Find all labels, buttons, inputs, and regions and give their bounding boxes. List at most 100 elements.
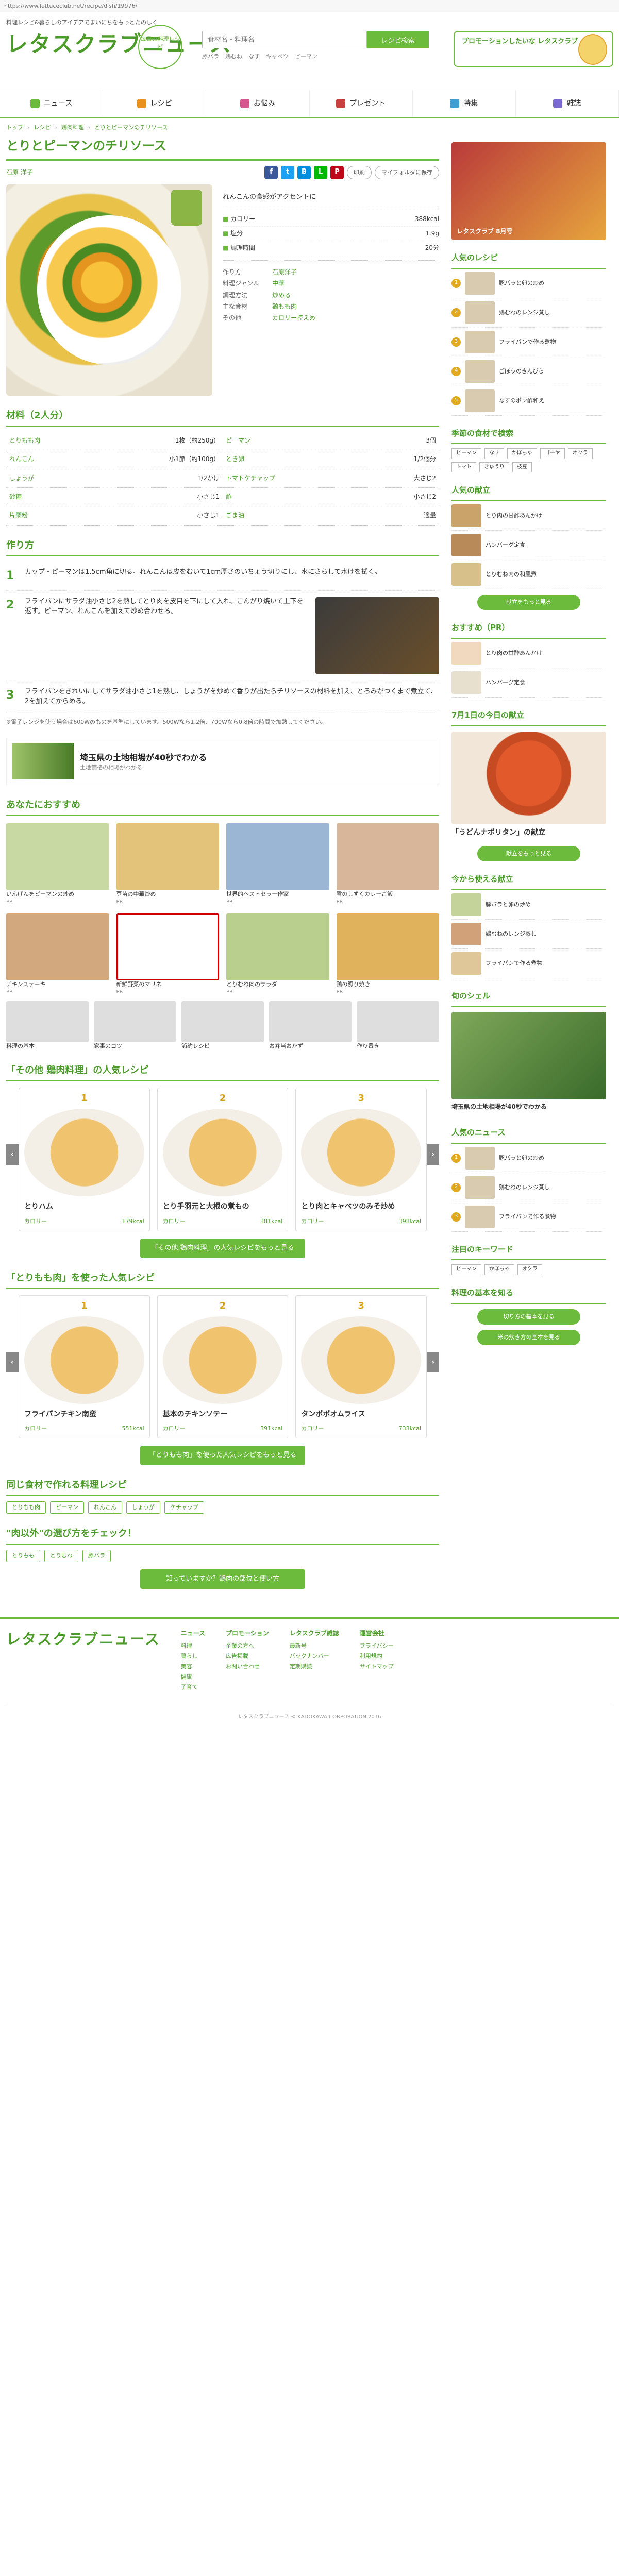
news-item[interactable]: 3 フライパンで作る煮物	[451, 1202, 606, 1232]
save-folder-button[interactable]: マイフォルダに保存	[375, 165, 439, 179]
popular-card[interactable]: 1 フライパンチキン南蛮 カロリー 551kcal	[19, 1295, 150, 1438]
map-label[interactable]: 埼玉県の土地相場が40秒でわかる	[451, 1099, 606, 1114]
footer-link[interactable]: バックナンバー	[290, 1651, 339, 1662]
recommend-card[interactable]: 家事のコツ	[94, 1001, 176, 1050]
meat-cut-guide-button[interactable]: 知っていますか？鶏肉の部位と使い方	[140, 1569, 305, 1589]
rank-item[interactable]: 鶏むねのレンジ蒸し	[451, 920, 606, 949]
sidebar-ad[interactable]: レタスクラブ 8月号	[451, 142, 606, 240]
sidebar-popular-item[interactable]: 5 なすのポン酢和え	[451, 386, 606, 416]
recommend-card[interactable]: 雪のしずくカレーご飯 PR	[336, 823, 439, 906]
recommend-card[interactable]: チキンステーキ PR	[6, 913, 109, 996]
breadcrumb-item[interactable]: レシピ	[34, 124, 51, 132]
nav-magazine[interactable]: 雑誌	[516, 90, 619, 117]
ad-banner[interactable]: 埼玉県の土地相場が40秒でわかる 土地価格の相場がわかる	[6, 738, 439, 786]
carousel-next-icon[interactable]: ›	[427, 1144, 439, 1165]
material-tag[interactable]: しょうが	[126, 1501, 160, 1514]
more-feature-button[interactable]: 献立をもっと見る	[477, 845, 580, 861]
land-price-map[interactable]	[451, 1012, 606, 1100]
sidebar-popular-item[interactable]: 3 フライパンで作る煮物	[451, 328, 606, 357]
popular-card[interactable]: 2 とり手羽元と大根の煮もの カロリー 381kcal	[157, 1088, 289, 1231]
search-button[interactable]: レシピ検索	[367, 31, 429, 48]
line-icon[interactable]: L	[314, 165, 327, 179]
keyword-chip[interactable]: かぼちゃ	[507, 448, 537, 459]
material-tag[interactable]: れんこん	[88, 1501, 122, 1514]
twitter-icon[interactable]: t	[281, 165, 294, 179]
material-tag[interactable]: ピーマン	[50, 1501, 84, 1514]
rank-item[interactable]: 豚バラと卵の炒め	[451, 890, 606, 920]
recommend-card[interactable]: 鶏の照り焼き PR	[336, 913, 439, 996]
footer-link[interactable]: 最新号	[290, 1641, 339, 1651]
popular-card[interactable]: 1 とりハム カロリー 179kcal	[19, 1088, 150, 1231]
more-popular-meat-button[interactable]: 「その他 鶏肉料理」の人気レシピをもっと見る	[140, 1238, 305, 1258]
pr-item[interactable]: ハンバーグ定食	[451, 668, 606, 698]
nav-recipe[interactable]: レシピ	[103, 90, 207, 117]
menu-item[interactable]: ハンバーグ定食	[451, 531, 606, 561]
footer-link[interactable]: サイトマップ	[360, 1662, 394, 1672]
keyword-chip[interactable]: ゴーヤ	[540, 448, 565, 459]
footer-link[interactable]: 利用規約	[360, 1651, 394, 1662]
footer-link[interactable]: 企業の方へ	[226, 1641, 269, 1651]
daily-badge[interactable]: 毎日の料理レシピ	[138, 25, 182, 69]
keyword-chip[interactable]: ピーマン	[451, 1264, 481, 1275]
meta-value[interactable]: 中華	[272, 279, 439, 288]
cut-tag[interactable]: 豚バラ	[82, 1550, 111, 1563]
keyword-link[interactable]: ピーマン	[295, 53, 317, 61]
rice-basics-button[interactable]: 米の炊き方の基本を見る	[477, 1329, 580, 1345]
cut-basics-button[interactable]: 切り方の基本を見る	[477, 1309, 580, 1325]
sidebar-popular-item[interactable]: 2 鶏むねのレンジ蒸し	[451, 298, 606, 328]
cut-tag[interactable]: とりもも	[6, 1550, 40, 1563]
hatena-icon[interactable]: B	[297, 165, 311, 179]
news-item[interactable]: 1 豚バラと卵の炒め	[451, 1144, 606, 1173]
meta-value[interactable]: 鶏もも肉	[272, 302, 439, 311]
nav-present[interactable]: プレゼント	[310, 90, 413, 117]
recommend-card[interactable]: 節約レシピ	[181, 1001, 264, 1050]
popular-card[interactable]: 3 タンポポオムライス カロリー 733kcal	[295, 1295, 427, 1438]
material-tag[interactable]: とりもも肉	[6, 1501, 46, 1514]
footer-link[interactable]: 健康	[181, 1672, 205, 1682]
recommend-card-highlighted[interactable]: 新鮮野菜のマリネ PR	[116, 913, 219, 996]
keyword-link[interactable]: なす	[248, 53, 260, 61]
meta-value[interactable]: カロリー控えめ	[272, 314, 439, 323]
footer-link[interactable]: 子育て	[181, 1682, 205, 1692]
recipe-author[interactable]: 石原 洋子	[6, 168, 33, 177]
breadcrumb-item[interactable]: トップ	[6, 124, 23, 132]
feature-name[interactable]: 「うどんナポリタン」の献立	[451, 824, 606, 841]
recommend-card[interactable]: いんげんをピーマンの炒め PR	[6, 823, 109, 906]
sidebar-popular-item[interactable]: 1 豚バラと卵の炒め	[451, 269, 606, 298]
carousel-prev-icon[interactable]: ‹	[6, 1144, 19, 1165]
nav-news[interactable]: ニュース	[0, 90, 104, 117]
keyword-link[interactable]: 豚バラ	[202, 53, 219, 61]
keyword-link[interactable]: 鶏むね	[225, 53, 242, 61]
popular-card[interactable]: 3 とり肉とキャベツのみそ炒め カロリー 398kcal	[295, 1088, 427, 1231]
carousel-next-icon[interactable]: ›	[427, 1351, 439, 1372]
keyword-chip[interactable]: 枝豆	[512, 462, 532, 473]
news-item[interactable]: 2 鶏むねのレンジ蒸し	[451, 1173, 606, 1202]
recommend-card[interactable]: 作り置き	[357, 1001, 439, 1050]
meta-value[interactable]: 炒める	[272, 291, 439, 300]
footer-link[interactable]: 料理	[181, 1641, 205, 1651]
keyword-chip[interactable]: オクラ	[517, 1264, 542, 1275]
carousel-prev-icon[interactable]: ‹	[6, 1351, 19, 1372]
recommend-card[interactable]: 豆苗の中華炒め PR	[116, 823, 219, 906]
breadcrumb-item[interactable]: 鶏肉料理	[61, 124, 84, 132]
pr-item[interactable]: とり肉の甘酢あんかけ	[451, 639, 606, 668]
keyword-chip[interactable]: オクラ	[568, 448, 593, 459]
menu-item[interactable]: とりむね肉の和風煮	[451, 560, 606, 590]
footer-link[interactable]: 広告掲載	[226, 1651, 269, 1662]
material-tag[interactable]: ケチャップ	[164, 1501, 204, 1514]
footer-logo[interactable]: レタスクラブニュース	[6, 1629, 160, 1650]
feature-image[interactable]	[451, 731, 606, 824]
footer-link[interactable]: プライバシー	[360, 1641, 394, 1651]
keyword-chip[interactable]: きゅうり	[479, 462, 509, 473]
rank-item[interactable]: フライパンで作る煮物	[451, 949, 606, 978]
sidebar-popular-item[interactable]: 4 ごぼうのきんぴら	[451, 357, 606, 386]
more-menu-button[interactable]: 献立をもっと見る	[477, 595, 580, 611]
cut-tag[interactable]: とりむね	[44, 1550, 78, 1563]
pinterest-icon[interactable]: P	[330, 165, 344, 179]
meta-value[interactable]: 石原洋子	[272, 268, 439, 277]
keyword-link[interactable]: キャベツ	[266, 53, 289, 61]
footer-link[interactable]: 暮らし	[181, 1651, 205, 1662]
footer-link[interactable]: お問い合わせ	[226, 1662, 269, 1672]
site-logo[interactable]: レタスクラブニュース	[6, 29, 232, 60]
footer-link[interactable]: 定期購読	[290, 1662, 339, 1672]
